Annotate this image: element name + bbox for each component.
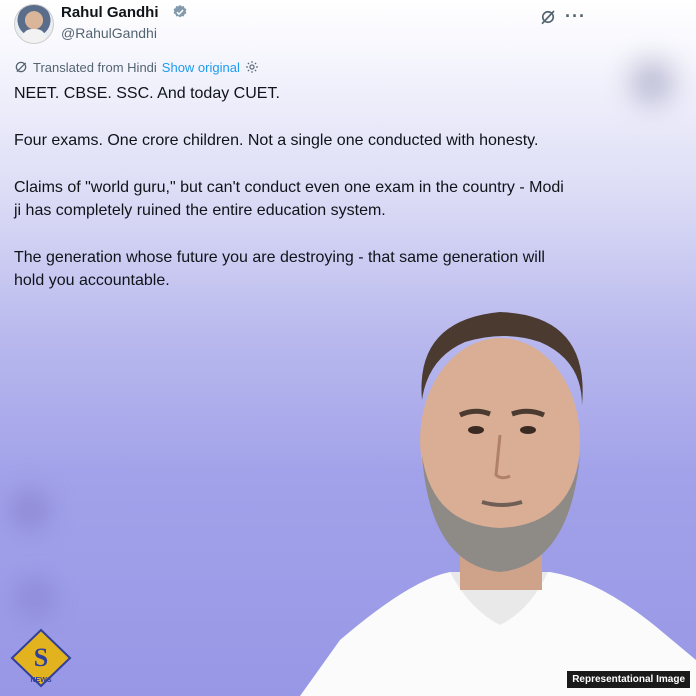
person-photo (300, 312, 696, 696)
tweet-paragraph: Claims of "world guru," but can't conduc… (14, 179, 564, 219)
avatar[interactable] (14, 4, 54, 44)
caption-badge: Representational Image (567, 671, 690, 688)
grok-icon[interactable] (539, 8, 557, 26)
logo-text: NEWS (31, 677, 52, 684)
translate-icon (15, 61, 27, 73)
more-options-icon[interactable]: ··· (565, 6, 586, 27)
news-logo: S NEWS (10, 628, 72, 688)
background-blur-circle (10, 490, 50, 530)
logo-letter: S (34, 643, 48, 672)
author-name[interactable]: Rahul Gandhi (61, 4, 159, 21)
author-handle[interactable]: @RahulGandhi (61, 25, 157, 41)
tweet-paragraph: Four exams. One crore children. Not a si… (14, 132, 539, 149)
post-header: Rahul Gandhi @RahulGandhi ··· (14, 4, 585, 46)
background-blur-circle (18, 580, 52, 614)
background-blur-circle (630, 60, 674, 104)
settings-gear-icon[interactable] (245, 60, 259, 74)
tweet-paragraph: NEET. CBSE. SSC. And today CUET. (14, 85, 280, 102)
verified-badge-icon (173, 5, 187, 18)
translation-bar: Translated from Hindi Show original (14, 58, 259, 76)
show-original-link[interactable]: Show original (162, 60, 240, 75)
translation-label: Translated from Hindi (33, 59, 157, 75)
